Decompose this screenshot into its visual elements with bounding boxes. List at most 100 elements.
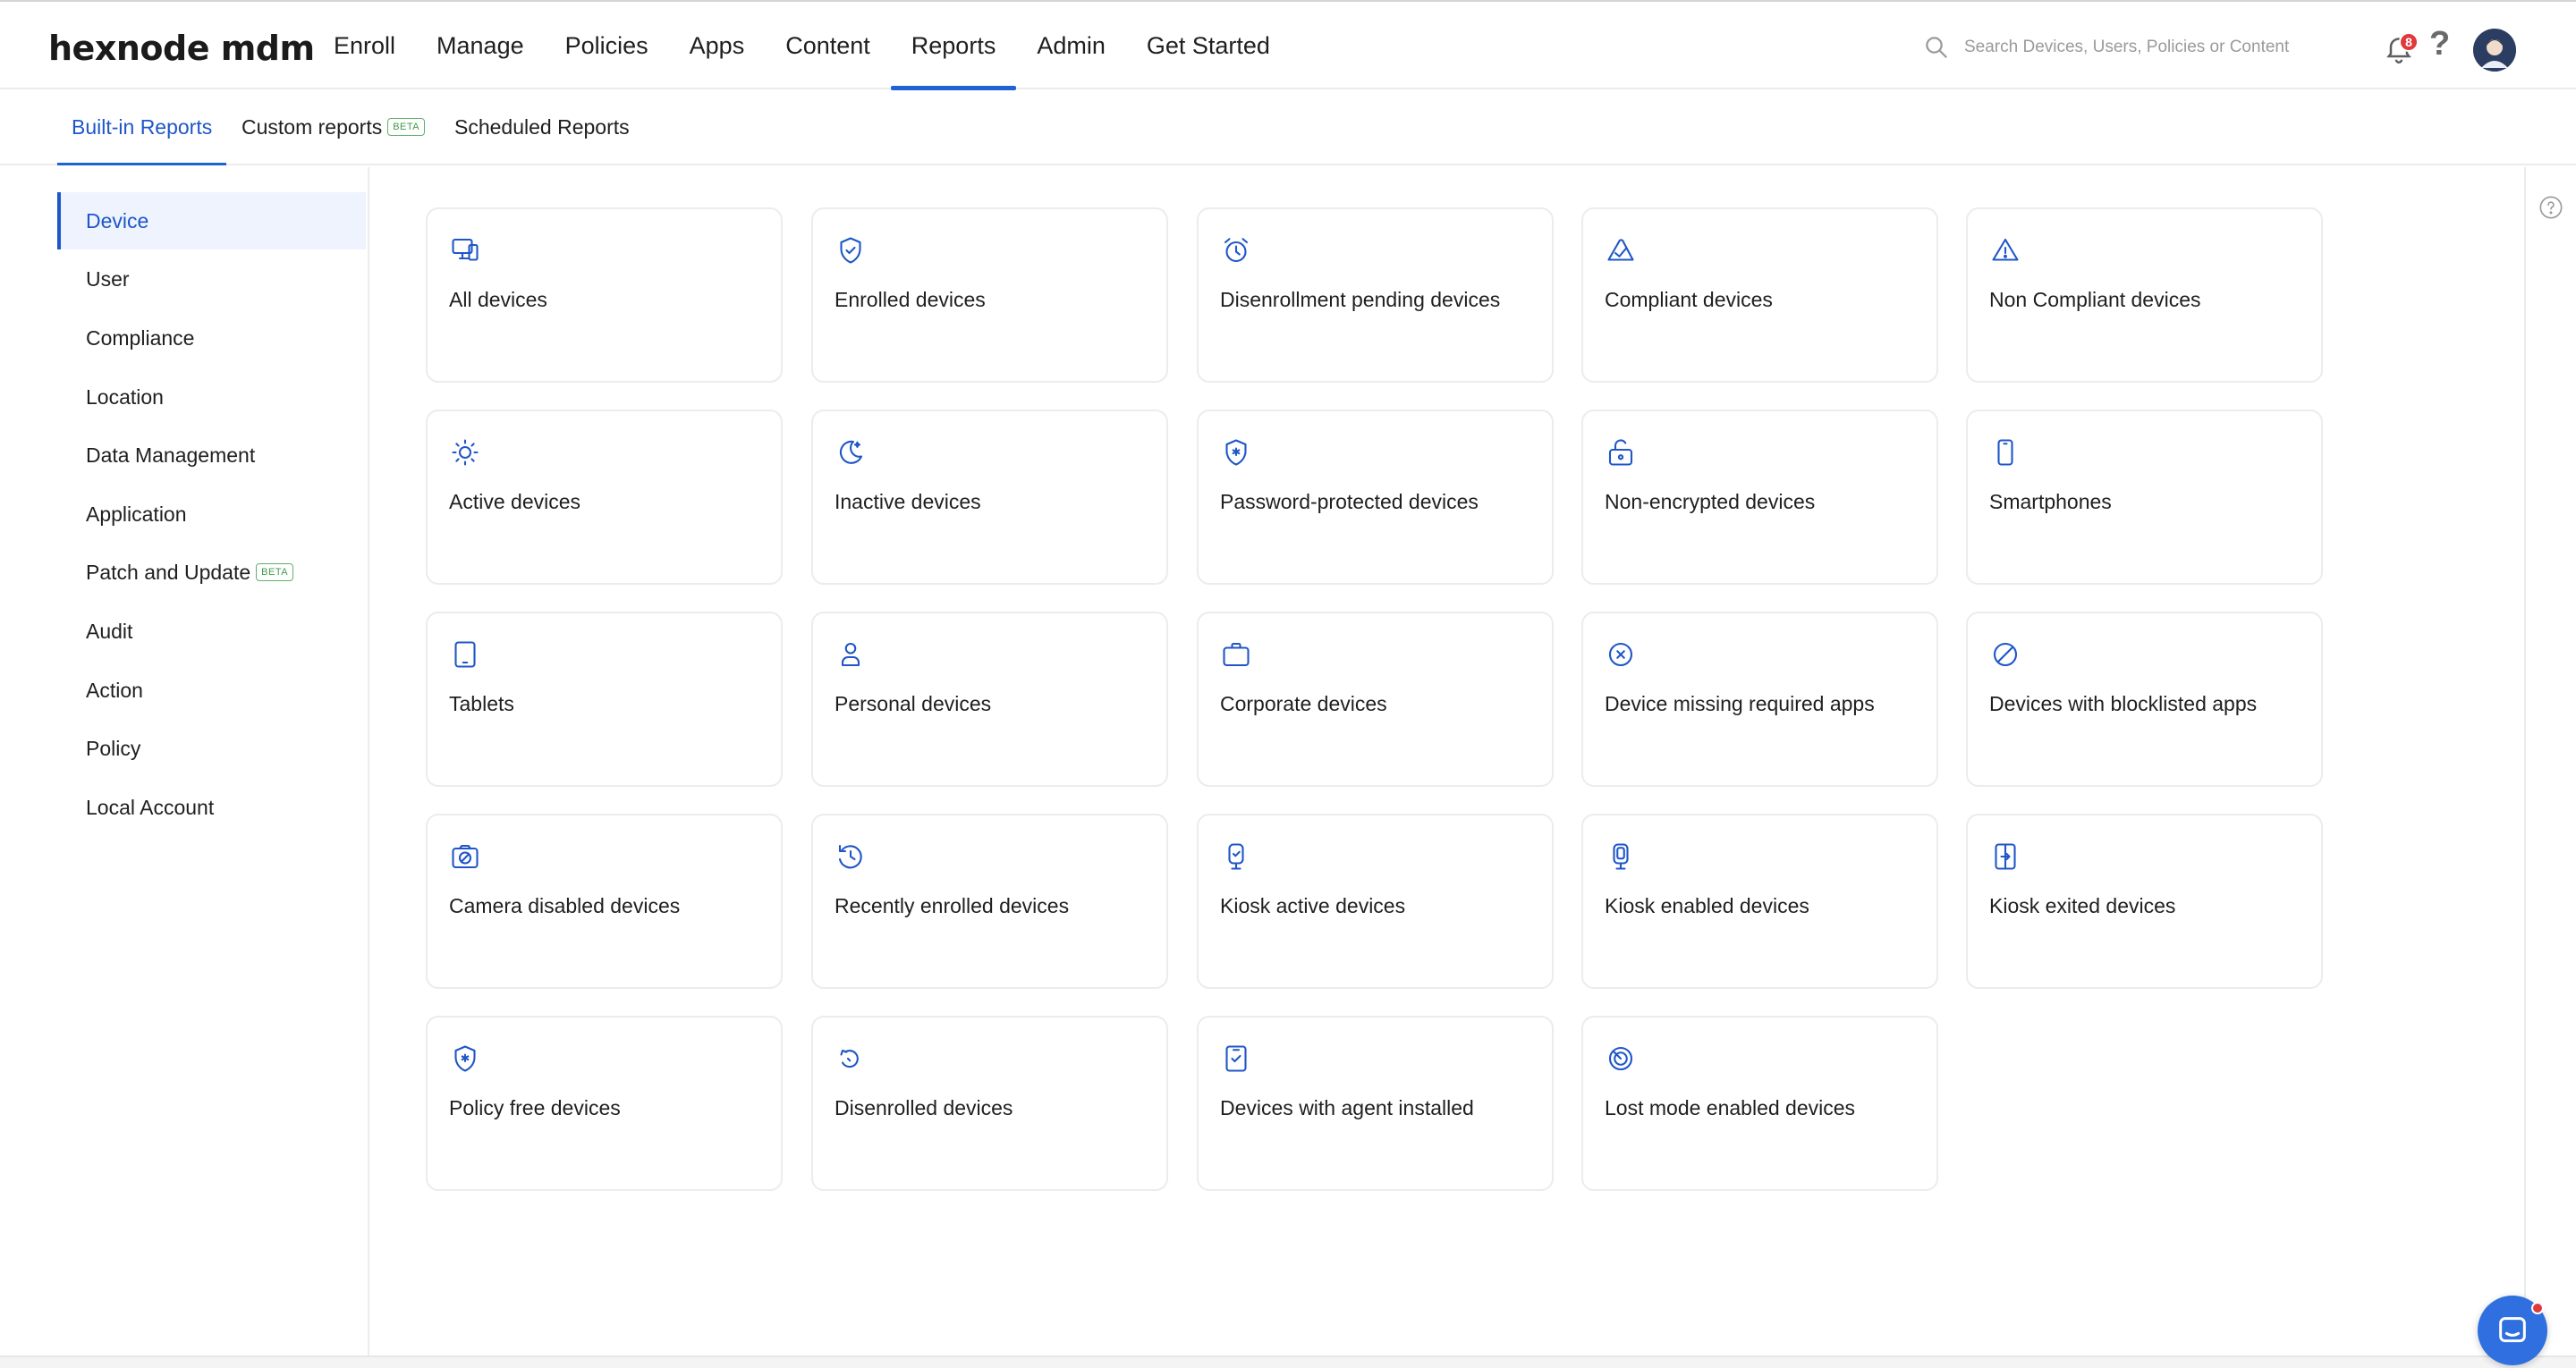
report-card-enrolled-devices[interactable]: Enrolled devices (811, 207, 1168, 383)
tab-custom-reports[interactable]: Custom reports BETA (242, 89, 426, 165)
report-card-label: Devices with agent installed (1220, 1096, 1474, 1119)
report-card-smartphones[interactable]: Smartphones (1966, 410, 2323, 585)
report-card-compliant-devices[interactable]: Compliant devices (1581, 207, 1938, 383)
sidebar-item-action[interactable]: Action (57, 662, 366, 719)
unlocked-icon (1608, 439, 1633, 466)
chat-unread-dot (2531, 1302, 2544, 1314)
sidebar-item-compliance[interactable]: Compliance (57, 309, 366, 367)
sidebar-item-policy[interactable]: Policy (57, 720, 366, 777)
top-navigation-bar: hexnode mdm Enroll Manage Policies Apps … (0, 0, 2576, 90)
report-tabs: Built-in Reports Custom reports BETA Sch… (0, 89, 2576, 165)
search-input[interactable] (1964, 38, 2349, 57)
nav-enroll[interactable]: Enroll (313, 2, 416, 89)
report-card-label: Disenrolled devices (835, 1096, 1013, 1119)
nav-content[interactable]: Content (765, 2, 891, 89)
report-card-personal-devices[interactable]: Personal devices (811, 612, 1168, 787)
briefcase-icon (1223, 642, 1250, 667)
report-card-label: Inactive devices (835, 490, 981, 513)
warning-triangle-icon (1992, 238, 2019, 261)
report-card-label: Recently enrolled devices (835, 894, 1070, 917)
main-nav: Enroll Manage Policies Apps Content Repo… (313, 2, 1291, 90)
tab-custom-reports-label: Custom reports (242, 114, 383, 139)
shield-check-icon (840, 237, 861, 264)
bottom-scrollbar-track (0, 1355, 2576, 1368)
report-card-device-missing-required-apps[interactable]: Device missing required apps (1581, 612, 1938, 787)
sidebar-item-location[interactable]: Location (57, 368, 366, 426)
nav-get-started[interactable]: Get Started (1126, 2, 1291, 89)
report-card-recently-enrolled-devices[interactable]: Recently enrolled devices (811, 814, 1168, 989)
help-icon[interactable]: ? (2429, 25, 2450, 63)
sidebar-item-data-management[interactable]: Data Management (57, 426, 366, 484)
report-card-kiosk-exited-devices[interactable]: Kiosk exited devices (1966, 814, 2323, 989)
report-card-label: Personal devices (835, 692, 992, 715)
beta-badge: BETA (256, 563, 294, 581)
sidebar-item-label: Policy (86, 736, 141, 760)
report-card-camera-disabled-devices[interactable]: Camera disabled devices (426, 814, 783, 989)
history-icon (838, 844, 862, 869)
tab-scheduled-reports[interactable]: Scheduled Reports (454, 89, 630, 165)
report-card-non-encrypted-devices[interactable]: Non-encrypted devices (1581, 410, 1938, 585)
report-card-label: Disenrollment pending devices (1220, 288, 1501, 311)
report-card-lost-mode-enabled-devices[interactable]: Lost mode enabled devices (1581, 1016, 1938, 1191)
shield-asterisk-icon (1225, 439, 1247, 466)
sidebar-item-device[interactable]: Device (57, 192, 366, 249)
report-card-kiosk-enabled-devices[interactable]: Kiosk enabled devices (1581, 814, 1938, 989)
person-icon (841, 642, 860, 667)
report-card-all-devices[interactable]: All devices (426, 207, 783, 383)
report-card-active-devices[interactable]: Active devices (426, 410, 783, 585)
report-card-label: Active devices (449, 490, 581, 513)
sidebar-item-label: User (86, 266, 130, 291)
sidebar-item-application[interactable]: Application (57, 486, 366, 543)
report-card-label: Device missing required apps (1605, 692, 1875, 715)
smartphone-icon (1997, 439, 2013, 466)
nav-policies[interactable]: Policies (545, 2, 669, 89)
report-card-policy-free-devices[interactable]: Policy free devices (426, 1016, 783, 1191)
report-card-kiosk-active-devices[interactable]: Kiosk active devices (1197, 814, 1554, 989)
nav-manage[interactable]: Manage (416, 2, 545, 89)
sidebar-item-label: Data Management (86, 443, 256, 467)
sidebar-item-local-account[interactable]: Local Account (57, 779, 366, 836)
hexnode-logo[interactable]: hexnode mdm (48, 29, 315, 68)
nav-apps[interactable]: Apps (669, 2, 766, 89)
report-card-password-protected-devices[interactable]: Password-protected devices (1197, 410, 1554, 585)
tab-built-in-reports[interactable]: Built-in Reports (56, 89, 227, 165)
sidebar-item-label: Local Account (86, 795, 215, 819)
x-circle-icon (1608, 642, 1633, 667)
avatar-person-icon (2473, 29, 2516, 72)
report-card-devices-with-blocklisted-apps[interactable]: Devices with blocklisted apps (1966, 612, 2323, 787)
compliant-check-icon (1607, 239, 1634, 261)
sidebar-item-label: Location (86, 384, 164, 409)
report-card-disenrolled-devices[interactable]: Disenrolled devices (811, 1016, 1168, 1191)
sidebar-item-audit[interactable]: Audit (57, 603, 366, 660)
lost-mode-icon (1608, 1046, 1633, 1071)
sidebar-item-label: Action (86, 678, 143, 702)
moon-icon (839, 440, 863, 464)
report-card-corporate-devices[interactable]: Corporate devices (1197, 612, 1554, 787)
chat-icon (2499, 1317, 2526, 1343)
sidebar-item-label: Audit (86, 619, 133, 643)
report-card-devices-with-agent-installed[interactable]: Devices with agent installed (1197, 1016, 1554, 1191)
report-card-label: Lost mode enabled devices (1605, 1096, 1856, 1119)
report-card-label: Camera disabled devices (449, 894, 681, 917)
report-card-tablets[interactable]: Tablets (426, 612, 783, 787)
alarm-clock-icon (1224, 238, 1249, 263)
nav-admin[interactable]: Admin (1016, 2, 1126, 89)
sidebar-item-user[interactable]: User (57, 250, 366, 308)
agent-check-icon (1225, 1045, 1247, 1072)
monitor-icon (452, 238, 479, 261)
kiosk-enabled-icon (1613, 843, 1629, 870)
report-card-inactive-devices[interactable]: Inactive devices (811, 410, 1168, 585)
report-card-non-compliant-devices[interactable]: Non Compliant devices (1966, 207, 2323, 383)
report-card-label: Compliant devices (1605, 288, 1773, 311)
report-card-label: Smartphones (1989, 490, 2112, 513)
search-icon[interactable] (1923, 34, 1950, 61)
sidebar-item-patch-and-update[interactable]: Patch and Update BETA (57, 544, 366, 601)
help-circle-icon[interactable] (2538, 195, 2563, 220)
nav-reports[interactable]: Reports (890, 2, 1017, 90)
sidebar-item-label: Patch and Update (86, 560, 251, 584)
report-card-disenrollment-pending-devices[interactable]: Disenrollment pending devices (1197, 207, 1554, 383)
report-card-label: Kiosk active devices (1220, 894, 1406, 917)
user-avatar[interactable] (2473, 29, 2516, 72)
kiosk-active-icon (1228, 843, 1244, 870)
global-search (1923, 32, 2370, 63)
